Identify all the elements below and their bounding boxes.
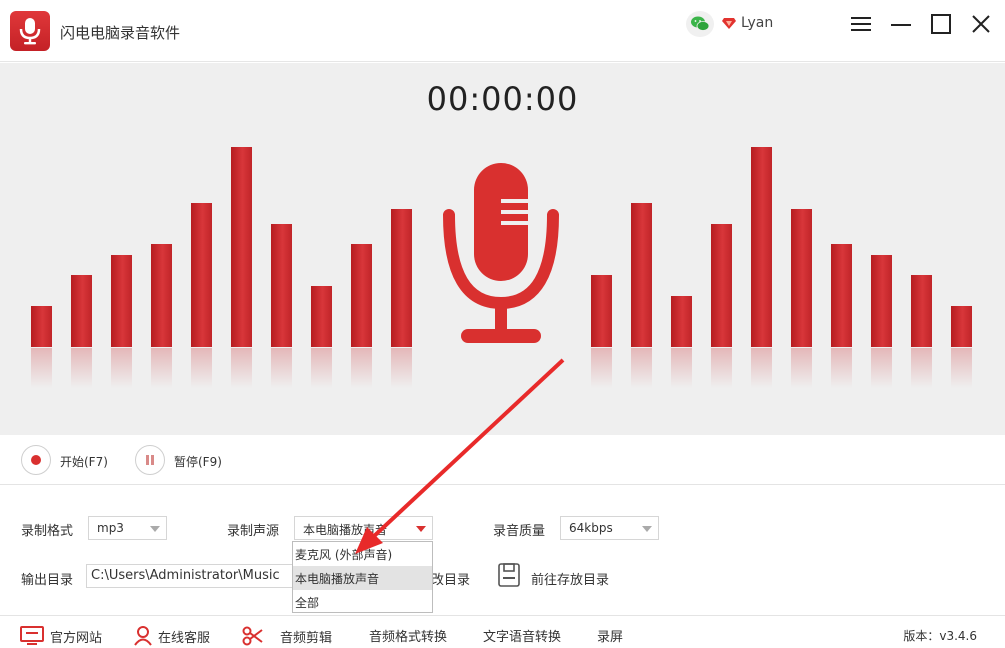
level-bar: [831, 244, 852, 347]
level-bar-reflection: [591, 348, 612, 388]
wechat-icon[interactable]: [686, 11, 714, 37]
tts-label: 文字语音转换: [483, 626, 561, 645]
website-link[interactable]: 官方网站: [20, 626, 102, 646]
chevron-down-icon: [642, 526, 652, 532]
vip-diamond-icon: [722, 17, 736, 29]
level-bar-reflection: [711, 348, 732, 388]
level-bar: [151, 244, 172, 347]
pause-button[interactable]: [135, 445, 165, 475]
source-value: 本电脑播放声音: [303, 523, 387, 537]
level-bar: [351, 244, 372, 347]
output-label: 输出目录: [21, 569, 73, 588]
service-label: 在线客服: [158, 627, 210, 646]
screen-record-label: 录屏: [597, 626, 623, 645]
website-label: 官方网站: [50, 627, 102, 646]
level-bar: [711, 224, 732, 347]
source-select[interactable]: 本电脑播放声音: [294, 516, 433, 540]
level-bar-reflection: [31, 348, 52, 388]
source-label: 录制声源: [227, 520, 279, 539]
format-convert-link[interactable]: 音频格式转换: [369, 626, 447, 645]
level-bar-reflection: [311, 348, 332, 388]
level-bar-reflection: [911, 348, 932, 388]
dropdown-option-all[interactable]: 全部: [293, 590, 432, 614]
level-bar-reflection: [951, 348, 972, 388]
record-button[interactable]: [21, 445, 51, 475]
audio-cut-link[interactable]: 音频剪辑: [242, 626, 332, 646]
level-bar-reflection: [71, 348, 92, 388]
audio-visualizer: 00:00:00: [0, 63, 1005, 435]
level-bar: [751, 147, 772, 347]
quality-label: 录音质量: [493, 520, 545, 539]
mic-logo-icon: [10, 11, 50, 51]
tts-link[interactable]: 文字语音转换: [483, 626, 561, 645]
chevron-down-icon: [150, 526, 160, 532]
level-bar-reflection: [111, 348, 132, 388]
level-bar-reflection: [671, 348, 692, 388]
level-bar-reflection: [751, 348, 772, 388]
pause-icon: [145, 455, 155, 465]
audio-cut-label: 音频剪辑: [280, 627, 332, 646]
level-bar-reflection: [191, 348, 212, 388]
title-bar: 闪电电脑录音软件 Lyan: [0, 0, 1005, 62]
user-icon: [134, 626, 152, 646]
open-dir-button[interactable]: 前往存放目录: [531, 569, 609, 588]
level-bar-reflection: [831, 348, 852, 388]
minimize-icon[interactable]: [889, 12, 913, 36]
level-bar: [591, 275, 612, 347]
settings-panel: 录制格式 mp3 录制声源 本电脑播放声音 录音质量 64kbps 输出目录 C…: [0, 486, 1005, 614]
level-bar-reflection: [271, 348, 292, 388]
format-value: mp3: [97, 521, 124, 535]
level-bar-reflection: [231, 348, 252, 388]
level-bar-reflection: [791, 348, 812, 388]
level-bar: [111, 255, 132, 347]
format-select[interactable]: mp3: [88, 516, 167, 540]
level-bar-reflection: [391, 348, 412, 388]
dropdown-option-system[interactable]: 本电脑播放声音: [293, 566, 432, 590]
close-icon[interactable]: [969, 12, 993, 36]
format-label: 录制格式: [21, 520, 73, 539]
level-bar-reflection: [631, 348, 652, 388]
chevron-down-icon: [416, 526, 426, 532]
level-bar-reflection: [351, 348, 372, 388]
app-title: 闪电电脑录音软件: [60, 22, 180, 43]
menu-icon[interactable]: [849, 12, 873, 36]
pause-label[interactable]: 暂停(F9): [174, 453, 222, 470]
level-bar: [391, 209, 412, 347]
recording-timer: 00:00:00: [0, 80, 1005, 118]
level-bar: [671, 296, 692, 347]
footer-bar: 官方网站 在线客服 音频剪辑 音频格式转换 文字语音转换 录屏 版本：v3.4.…: [0, 615, 1005, 648]
level-bar: [71, 275, 92, 347]
level-bar: [311, 286, 332, 347]
level-bar: [631, 203, 652, 347]
version-text: 版本：v3.4.6: [903, 627, 977, 644]
format-convert-label: 音频格式转换: [369, 626, 447, 645]
screen-record-link[interactable]: 录屏: [597, 626, 623, 645]
level-bar: [271, 224, 292, 347]
level-bar: [231, 147, 252, 347]
website-icon: [20, 626, 44, 646]
level-bar-reflection: [151, 348, 172, 388]
level-bar-reflection: [871, 348, 892, 388]
folder-icon[interactable]: [497, 562, 521, 592]
username[interactable]: Lyan: [741, 15, 773, 31]
level-bar: [31, 306, 52, 347]
level-bar: [911, 275, 932, 347]
output-path-field[interactable]: C:\Users\Administrator\Music: [86, 564, 296, 588]
microphone-icon: [443, 163, 559, 357]
dropdown-option-mic[interactable]: 麦克风 (外部声音): [293, 542, 432, 566]
scissors-icon: [242, 626, 264, 646]
source-dropdown-list: 麦克风 (外部声音) 本电脑播放声音 全部: [292, 541, 433, 613]
level-bar: [951, 306, 972, 347]
maximize-icon[interactable]: [929, 12, 953, 36]
level-bar: [791, 209, 812, 347]
start-label[interactable]: 开始(F7): [60, 453, 108, 470]
change-dir-button[interactable]: 改目录: [431, 569, 470, 588]
record-controls: 开始(F7) 暂停(F9): [0, 435, 1005, 485]
level-bar: [191, 203, 212, 347]
quality-select[interactable]: 64kbps: [560, 516, 659, 540]
service-link[interactable]: 在线客服: [134, 626, 210, 646]
record-icon: [31, 455, 41, 465]
quality-value: 64kbps: [569, 521, 613, 535]
level-bar: [871, 255, 892, 347]
